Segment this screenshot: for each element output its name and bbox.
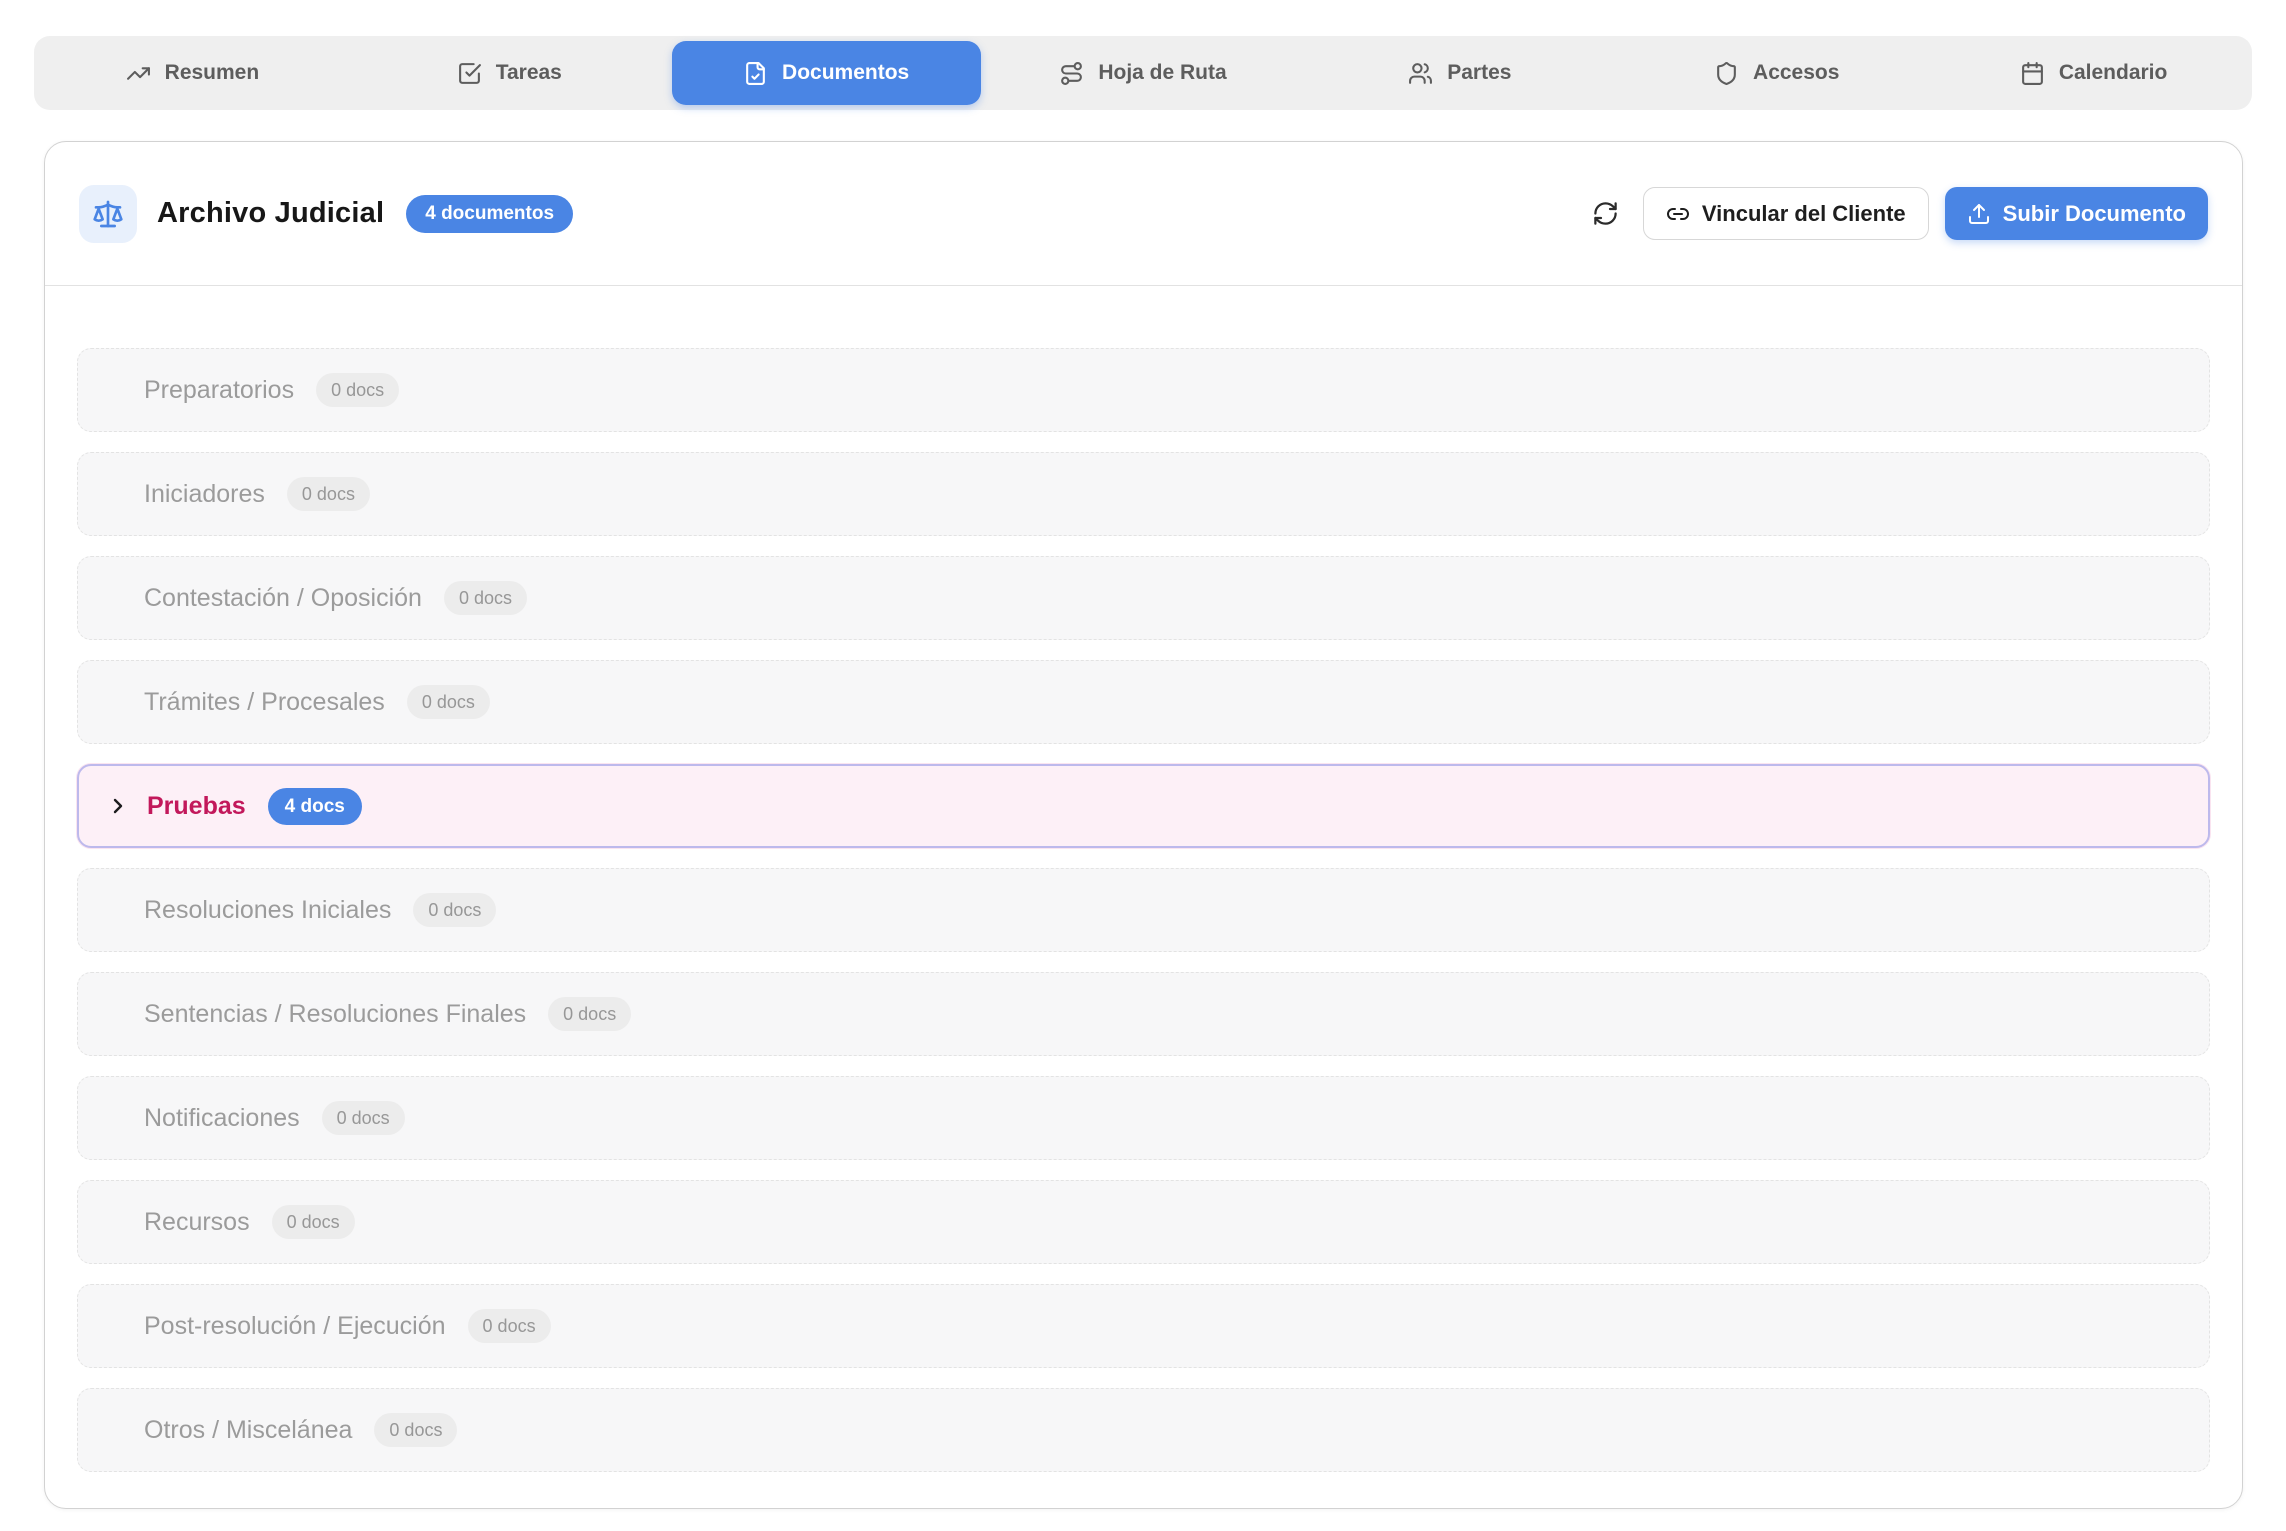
tab-label: Accesos — [1753, 61, 1839, 85]
trending-up-icon — [126, 61, 151, 86]
category-label: Contestación / Oposición — [144, 584, 422, 613]
header-actions: Vincular del Cliente Subir Documento — [1585, 187, 2208, 240]
docs-count-badge: 4 docs — [268, 788, 362, 825]
docs-count-badge: 0 docs — [468, 1309, 551, 1343]
link-icon — [1666, 202, 1690, 226]
category-label: Otros / Miscelánea — [144, 1416, 352, 1445]
chevron-right-icon — [106, 794, 130, 818]
tab-documentos[interactable]: Documentos — [672, 41, 981, 105]
tab-label: Partes — [1447, 61, 1511, 85]
tab-accesos[interactable]: Accesos — [1622, 41, 1931, 105]
category-row-otros-miscelanea[interactable]: Otros / Miscelánea 0 docs — [77, 1388, 2210, 1472]
category-label: Preparatorios — [144, 376, 294, 405]
page-title: Archivo Judicial — [157, 197, 384, 230]
category-row-sentencias-resoluciones-finales[interactable]: Sentencias / Resoluciones Finales 0 docs — [77, 972, 2210, 1056]
category-row-pruebas[interactable]: Pruebas 4 docs — [77, 764, 2210, 848]
check-square-icon — [457, 61, 482, 86]
scales-of-justice-icon — [92, 198, 124, 230]
tab-tareas[interactable]: Tareas — [355, 41, 664, 105]
tab-label: Calendario — [2059, 61, 2168, 85]
docs-count-badge: 0 docs — [374, 1413, 457, 1447]
link-client-button[interactable]: Vincular del Cliente — [1643, 187, 1929, 240]
category-row-iniciadores[interactable]: Iniciadores 0 docs — [77, 452, 2210, 536]
category-row-post-resolucion-ejecucion[interactable]: Post-resolución / Ejecución 0 docs — [77, 1284, 2210, 1368]
shield-icon — [1714, 61, 1739, 86]
upload-document-button[interactable]: Subir Documento — [1945, 187, 2208, 240]
category-label: Iniciadores — [144, 480, 265, 509]
docs-count-badge: 0 docs — [272, 1205, 355, 1239]
docs-count-badge: 0 docs — [322, 1101, 405, 1135]
category-label: Trámites / Procesales — [144, 688, 385, 717]
category-label: Post-resolución / Ejecución — [144, 1312, 446, 1341]
category-row-preparatorios[interactable]: Preparatorios 0 docs — [77, 348, 2210, 432]
file-check-icon — [743, 61, 768, 86]
category-row-contestacion-oposicion[interactable]: Contestación / Oposición 0 docs — [77, 556, 2210, 640]
docs-count-badge: 0 docs — [413, 893, 496, 927]
tab-partes[interactable]: Partes — [1305, 41, 1614, 105]
category-label: Notificaciones — [144, 1104, 300, 1133]
route-icon — [1059, 61, 1084, 86]
docs-count-badge: 0 docs — [548, 997, 631, 1031]
category-label: Resoluciones Iniciales — [144, 896, 391, 925]
category-row-notificaciones[interactable]: Notificaciones 0 docs — [77, 1076, 2210, 1160]
refresh-icon — [1592, 200, 1619, 227]
archive-icon-box — [79, 185, 137, 243]
document-count-badge: 4 documentos — [406, 195, 573, 233]
refresh-button[interactable] — [1585, 193, 1627, 235]
users-icon — [1408, 61, 1433, 86]
docs-count-badge: 0 docs — [444, 581, 527, 615]
tab-label: Tareas — [496, 61, 562, 85]
tab-hoja-de-ruta[interactable]: Hoja de Ruta — [989, 41, 1298, 105]
category-row-recursos[interactable]: Recursos 0 docs — [77, 1180, 2210, 1264]
link-client-label: Vincular del Cliente — [1702, 201, 1906, 227]
section-tabbar: Resumen Tareas Documentos Hoja de Ruta P… — [34, 36, 2252, 110]
upload-document-label: Subir Documento — [2003, 201, 2186, 227]
docs-count-badge: 0 docs — [316, 373, 399, 407]
category-list: Preparatorios 0 docs Iniciadores 0 docs … — [45, 286, 2242, 1472]
docs-count-badge: 0 docs — [287, 477, 370, 511]
category-label: Recursos — [144, 1208, 250, 1237]
docs-count-badge: 0 docs — [407, 685, 490, 719]
card-header: Archivo Judicial 4 documentos Vincular d… — [45, 142, 2242, 286]
upload-icon — [1967, 202, 1991, 226]
tab-label: Hoja de Ruta — [1098, 61, 1226, 85]
category-label: Pruebas — [147, 792, 246, 821]
tab-label: Resumen — [165, 61, 260, 85]
tab-label: Documentos — [782, 61, 909, 85]
category-row-tramites-procesales[interactable]: Trámites / Procesales 0 docs — [77, 660, 2210, 744]
documents-card: Archivo Judicial 4 documentos Vincular d… — [44, 141, 2243, 1509]
tab-resumen[interactable]: Resumen — [38, 41, 347, 105]
tab-calendario[interactable]: Calendario — [1939, 41, 2248, 105]
calendar-icon — [2020, 61, 2045, 86]
category-row-resoluciones-iniciales[interactable]: Resoluciones Iniciales 0 docs — [77, 868, 2210, 952]
category-label: Sentencias / Resoluciones Finales — [144, 1000, 526, 1029]
